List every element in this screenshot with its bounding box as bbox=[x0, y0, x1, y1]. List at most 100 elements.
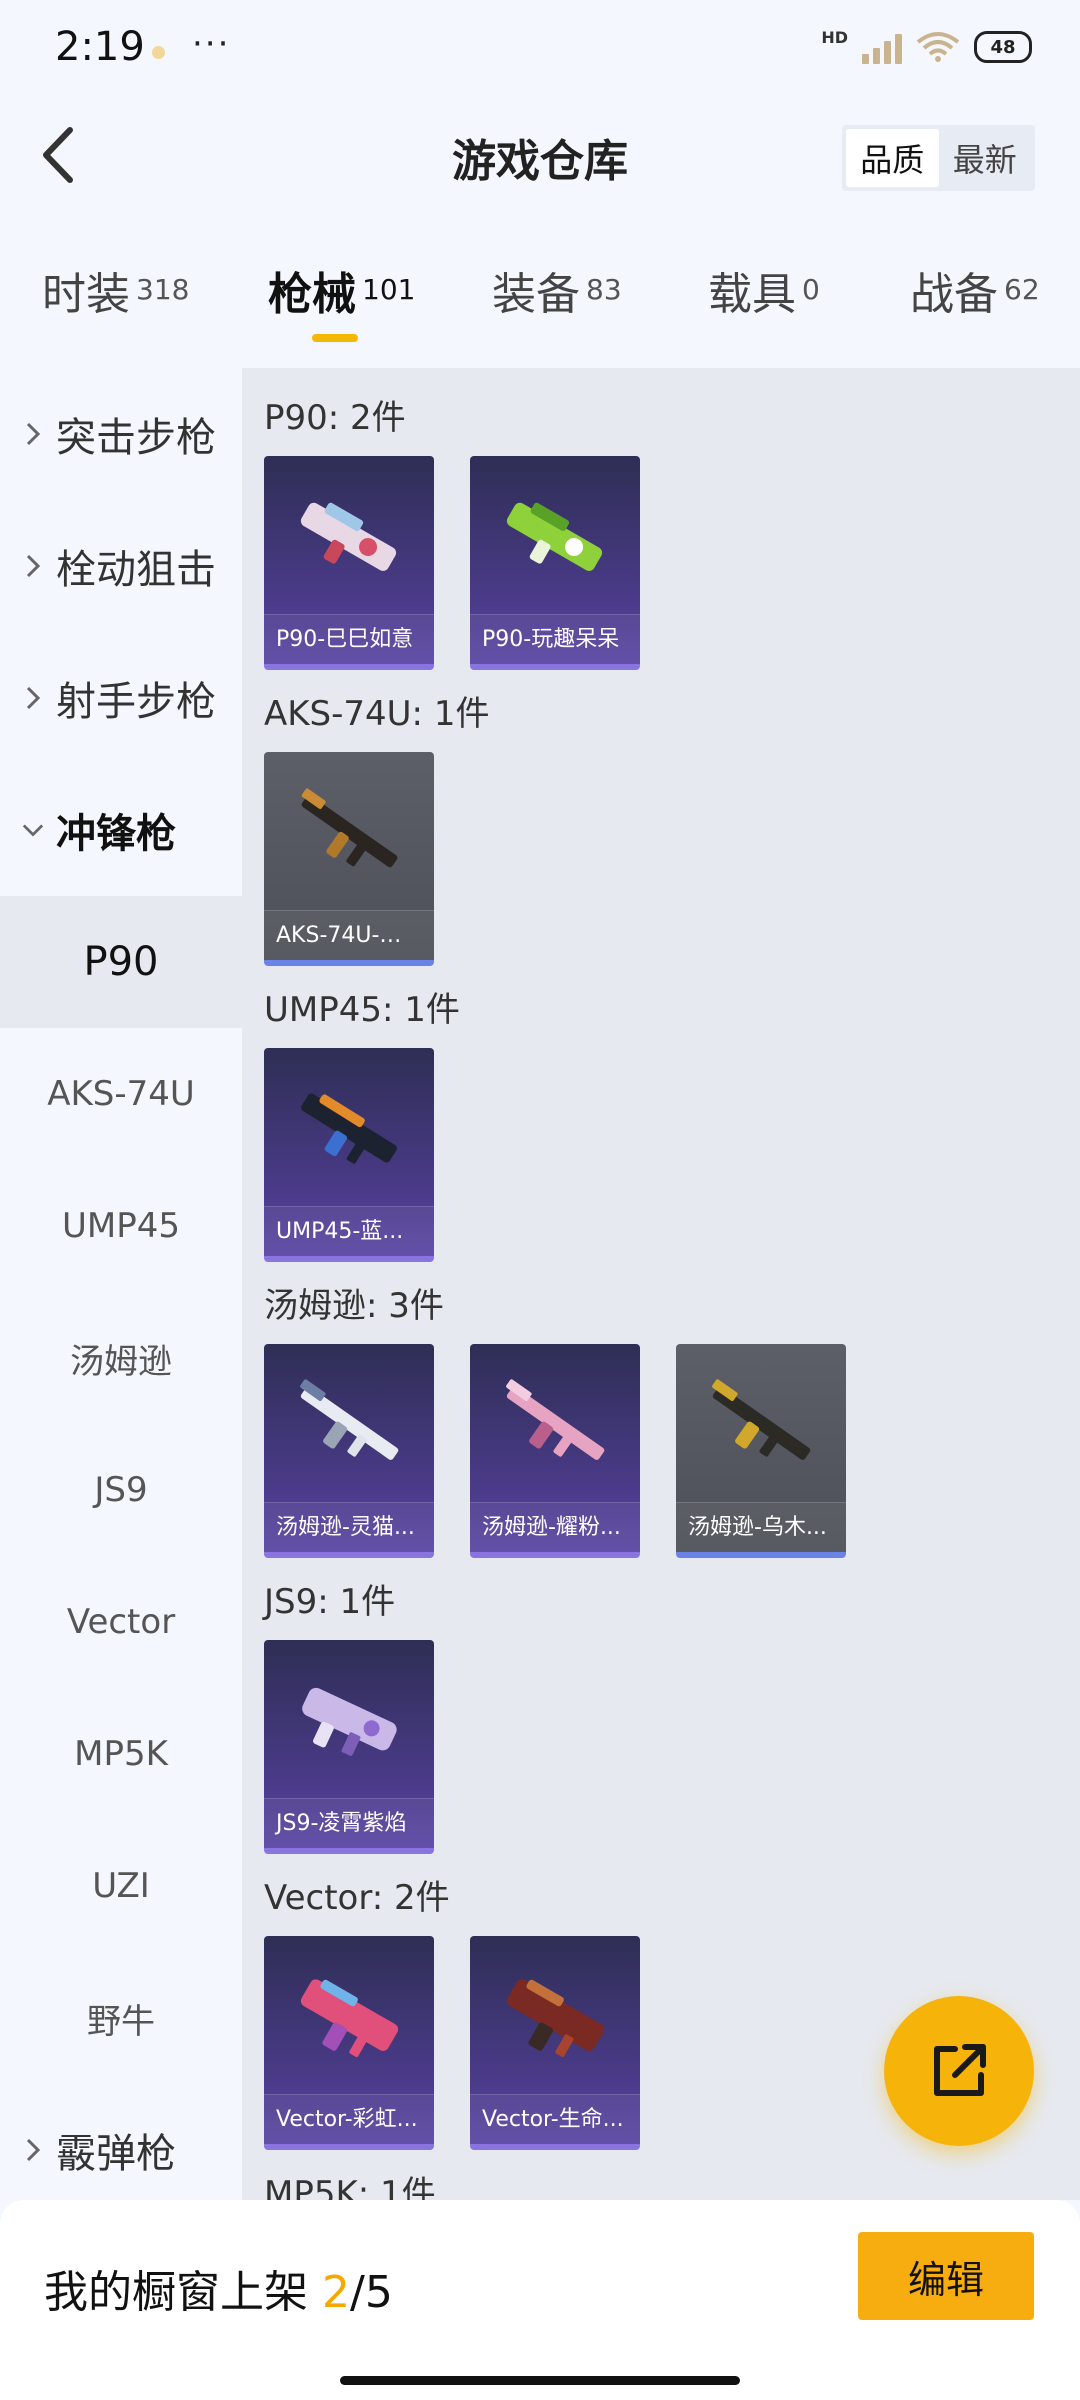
group-title: UMP45: 1件 bbox=[264, 990, 460, 1030]
status-bar: 2:19 ··· HD 48 bbox=[0, 0, 1080, 100]
sort-toggle: 品质 最新 bbox=[842, 125, 1035, 191]
home-indicator[interactable] bbox=[340, 2376, 740, 2385]
group-title: JS9: 1件 bbox=[264, 1582, 396, 1622]
group-title: MP5K: 1件 bbox=[264, 2174, 436, 2200]
share-button[interactable] bbox=[884, 1996, 1034, 2146]
sidebar-item-ump45[interactable]: UMP45 bbox=[0, 1160, 242, 1292]
skin-name: AKS-74U-乌... bbox=[264, 910, 434, 960]
signal-icon bbox=[862, 30, 902, 64]
gun-thumbnail-icon bbox=[300, 1379, 399, 1460]
sidebar-category-bolt-sniper[interactable]: 栓动狙击 bbox=[0, 500, 242, 632]
battery-icon: 48 bbox=[974, 31, 1032, 63]
chevron-right-icon bbox=[22, 422, 44, 446]
skin-name: UMP45-蓝... bbox=[264, 1206, 434, 1256]
gun-thumbnail-icon bbox=[712, 1379, 811, 1460]
sidebar-category-label: 突击步枪 bbox=[56, 415, 216, 461]
status-indicators: HD 48 bbox=[821, 27, 1032, 64]
gun-thumbnail-icon bbox=[301, 788, 398, 868]
sidebar-item-vector[interactable]: Vector bbox=[0, 1556, 242, 1688]
gun-thumbnail-icon bbox=[300, 502, 397, 571]
skin-name: Vector-生命... bbox=[470, 2094, 640, 2144]
sort-quality-button[interactable]: 品质 bbox=[846, 129, 939, 187]
showcase-current-count: 2 bbox=[322, 2267, 350, 2318]
tab-count: 83 bbox=[586, 273, 622, 306]
weapon-skin-list[interactable]: P90: 2件 P90-巳巳如意 P90-玩趣呆呆 AKS-74U: 1件 AK… bbox=[242, 368, 1080, 2200]
sidebar-category-assault-rifle[interactable]: 突击步枪 bbox=[0, 368, 242, 500]
skin-name: 汤姆逊-乌木... bbox=[676, 1502, 846, 1552]
tab-count: 62 bbox=[1004, 273, 1040, 306]
sidebar-item-js9[interactable]: JS9 bbox=[0, 1424, 242, 1556]
tab-supplies[interactable]: 战备 62 bbox=[910, 258, 1040, 322]
tab-label: 装备 bbox=[492, 269, 580, 320]
gun-thumbnail-icon bbox=[302, 1687, 397, 1756]
showcase-label: 我的橱窗上架 bbox=[44, 2267, 308, 2318]
skin-card[interactable]: Vector-彩虹... bbox=[264, 1936, 434, 2150]
sidebar-item-bison[interactable]: 野牛 bbox=[0, 1952, 242, 2084]
skin-card[interactable]: 汤姆逊-耀粉... bbox=[470, 1344, 640, 1558]
sidebar-category-label: 栓动狙击 bbox=[56, 547, 216, 593]
sidebar-item-mp5k[interactable]: MP5K bbox=[0, 1688, 242, 1820]
group-title: Vector: 2件 bbox=[264, 1878, 450, 1918]
gun-thumbnail-icon bbox=[301, 1093, 397, 1164]
showcase-status: 我的橱窗上架 2/5 bbox=[44, 2256, 393, 2320]
skin-card[interactable]: 汤姆逊-灵猫... bbox=[264, 1344, 434, 1558]
tab-equipment[interactable]: 装备 83 bbox=[492, 258, 622, 322]
sidebar-category-label: 冲锋枪 bbox=[56, 811, 176, 857]
sidebar-item-aks74u[interactable]: AKS-74U bbox=[0, 1028, 242, 1160]
gun-thumbnail-icon bbox=[300, 1979, 399, 2057]
status-more-icon: ··· bbox=[192, 24, 231, 64]
sidebar-category-smg[interactable]: 冲锋枪 bbox=[0, 764, 242, 896]
tab-count: 101 bbox=[362, 273, 416, 306]
external-link-icon bbox=[934, 2044, 986, 2096]
sidebar-category-label: 射手步枪 bbox=[56, 679, 216, 725]
notification-dot-icon bbox=[152, 46, 165, 59]
gun-thumbnail-icon bbox=[506, 1979, 605, 2057]
skin-card[interactable]: P90-巳巳如意 bbox=[264, 456, 434, 670]
sidebar-item-uzi[interactable]: UZI bbox=[0, 1820, 242, 1952]
sidebar-category-label: 霰弹枪 bbox=[56, 2131, 176, 2177]
hd-label: HD bbox=[821, 27, 848, 47]
group-title: 汤姆逊: 3件 bbox=[264, 1286, 444, 1326]
tab-label: 载具 bbox=[708, 269, 796, 320]
skin-card[interactable]: UMP45-蓝... bbox=[264, 1048, 434, 1262]
sidebar-item-p90[interactable]: P90 bbox=[0, 896, 242, 1028]
skin-card[interactable]: 汤姆逊-乌木... bbox=[676, 1344, 846, 1558]
skin-name: P90-巳巳如意 bbox=[264, 614, 434, 664]
wifi-icon bbox=[916, 32, 960, 62]
group-title: AKS-74U: 1件 bbox=[264, 694, 490, 734]
group-title: P90: 2件 bbox=[264, 398, 406, 438]
tab-fashion[interactable]: 时装 318 bbox=[42, 258, 189, 322]
skin-card[interactable]: JS9-凌霄紫焰 bbox=[264, 1640, 434, 1854]
tab-guns[interactable]: 枪械 101 bbox=[268, 258, 415, 322]
skin-card[interactable]: Vector-生命... bbox=[470, 1936, 640, 2150]
sidebar-category-marksman-rifle[interactable]: 射手步枪 bbox=[0, 632, 242, 764]
skin-card[interactable]: P90-玩趣呆呆 bbox=[470, 456, 640, 670]
gun-thumbnail-icon bbox=[506, 502, 603, 571]
showcase-total-count: /5 bbox=[350, 2267, 393, 2318]
tab-count: 318 bbox=[136, 273, 190, 306]
chevron-right-icon bbox=[22, 554, 44, 578]
gun-thumbnail-icon bbox=[506, 1379, 605, 1460]
edit-button[interactable]: 编辑 bbox=[858, 2232, 1034, 2320]
skin-name: JS9-凌霄紫焰 bbox=[264, 1798, 434, 1848]
tab-count: 0 bbox=[802, 273, 820, 306]
chevron-right-icon bbox=[22, 686, 44, 710]
tab-vehicles[interactable]: 载具 0 bbox=[708, 258, 820, 322]
sidebar-item-thompson[interactable]: 汤姆逊 bbox=[0, 1292, 242, 1424]
skin-name: 汤姆逊-灵猫... bbox=[264, 1502, 434, 1552]
chevron-right-icon bbox=[22, 2138, 44, 2162]
status-time: 2:19 bbox=[55, 24, 145, 70]
skin-card[interactable]: AKS-74U-乌... bbox=[264, 752, 434, 966]
category-tabs: 时装 318 枪械 101 装备 83 载具 0 战备 62 bbox=[0, 258, 1080, 348]
active-tab-indicator bbox=[312, 334, 358, 342]
sort-newest-button[interactable]: 最新 bbox=[939, 129, 1032, 187]
skin-name: Vector-彩虹... bbox=[264, 2094, 434, 2144]
tab-label: 时装 bbox=[42, 269, 130, 320]
showcase-bar: 我的橱窗上架 2/5 编辑 bbox=[0, 2200, 1080, 2400]
tab-label: 战备 bbox=[910, 269, 998, 320]
skin-name: P90-玩趣呆呆 bbox=[470, 614, 640, 664]
tab-label: 枪械 bbox=[268, 269, 356, 320]
sidebar-category-shotgun[interactable]: 霰弹枪 bbox=[0, 2084, 242, 2216]
skin-name: 汤姆逊-耀粉... bbox=[470, 1502, 640, 1552]
chevron-down-icon bbox=[22, 823, 44, 837]
